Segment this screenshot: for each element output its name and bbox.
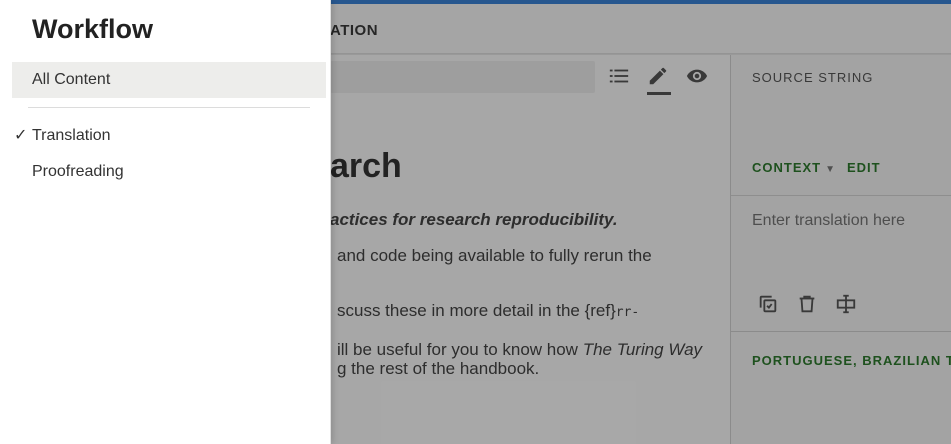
workflow-item-label: Proofreading <box>32 163 124 180</box>
workflow-item-translation[interactable]: ✓ Translation <box>12 118 326 154</box>
drawer-title: Workflow <box>32 14 153 44</box>
workflow-item-label: Translation <box>32 127 111 144</box>
check-icon: ✓ <box>14 127 28 144</box>
workflow-drawer: Workflow All Content ✓ Translation Proof… <box>0 0 331 444</box>
workflow-item-label: All Content <box>32 71 111 88</box>
divider <box>28 107 310 108</box>
workflow-item-all-content[interactable]: All Content <box>12 62 326 98</box>
workflow-item-proofreading[interactable]: Proofreading <box>12 154 326 190</box>
